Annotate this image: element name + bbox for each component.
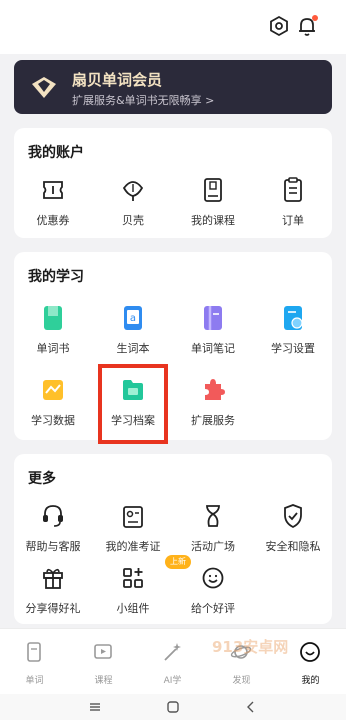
my-course-label: 我的课程 xyxy=(191,214,235,227)
order-icon xyxy=(284,177,302,202)
word-notes-label: 单词笔记 xyxy=(191,342,235,355)
study-data-label: 学习数据 xyxy=(31,414,75,427)
smile-icon xyxy=(202,567,224,589)
coupon-icon xyxy=(43,181,63,199)
bottom-tab-bar: 单词 课程 AI学 发现 我的 xyxy=(0,628,346,694)
word-book-icon xyxy=(44,306,62,330)
help-label: 帮助与客服 xyxy=(25,540,81,553)
activity-item[interactable]: 活动广场 xyxy=(176,502,250,560)
account-title: 我的账户 xyxy=(28,145,84,161)
back-nav-icon[interactable] xyxy=(244,700,258,714)
gift-icon xyxy=(43,568,63,589)
share-item[interactable]: 分享得好礼 xyxy=(16,564,90,622)
study-settings-item[interactable]: 学习设置 xyxy=(256,304,330,362)
share-label: 分享得好礼 xyxy=(25,602,81,615)
tab-course-label: 课程 xyxy=(94,676,113,686)
word-notes-item[interactable]: 单词笔记 xyxy=(176,304,250,362)
admission-ticket-label: 我的准考证 xyxy=(105,540,161,553)
tab-word[interactable]: 单词 xyxy=(0,629,69,695)
word-tab-icon xyxy=(27,642,41,662)
security-item[interactable]: 安全和隐私 xyxy=(256,502,330,560)
course-tab-icon xyxy=(94,644,112,659)
rate-label: 给个好评 xyxy=(191,602,235,615)
activity-icon xyxy=(206,505,220,527)
settings-hexagon-icon[interactable] xyxy=(268,14,290,38)
admission-ticket-item[interactable]: 我的准考证 xyxy=(96,502,170,560)
extension-label: 扩展服务 xyxy=(191,414,235,427)
tab-course[interactable]: 课程 xyxy=(69,629,138,695)
study-data-icon xyxy=(43,380,63,400)
word-book-label: 单词书 xyxy=(36,342,70,355)
word-notes-icon xyxy=(204,306,222,330)
help-item[interactable]: 帮助与客服 xyxy=(16,502,90,560)
study-settings-label: 学习设置 xyxy=(271,342,315,355)
study-settings-icon xyxy=(284,306,303,330)
vip-badge-icon xyxy=(32,77,56,98)
tab-word-label: 单词 xyxy=(25,676,44,686)
me-tab-icon xyxy=(300,642,320,662)
account-card: 我的账户 优惠券 贝壳 我的课程 订单 xyxy=(14,128,332,238)
coupon-item[interactable]: 优惠券 xyxy=(16,176,90,234)
system-nav-bar xyxy=(0,694,346,720)
notification-dot xyxy=(312,15,318,21)
tab-ai[interactable]: AI学 xyxy=(138,629,207,695)
security-label: 安全和隐私 xyxy=(265,540,321,553)
coupon-label: 优惠券 xyxy=(36,214,70,227)
widget-label: 小组件 xyxy=(116,602,150,615)
tab-ai-label: AI学 xyxy=(163,676,182,686)
tab-discover-label: 发现 xyxy=(232,676,251,686)
headset-icon xyxy=(43,505,63,527)
order-item[interactable]: 订单 xyxy=(256,176,330,234)
study-card: 我的学习 单词书 a 生词本 单词笔记 学习设置 学习数据 学习档案 扩展服务 xyxy=(14,252,332,440)
study-title: 我的学习 xyxy=(28,269,84,285)
word-book-item[interactable]: 单词书 xyxy=(16,304,90,362)
top-bar xyxy=(0,0,346,54)
rate-item[interactable]: 给个好评 xyxy=(176,564,250,622)
shell-label: 贝壳 xyxy=(122,214,144,227)
widget-icon xyxy=(123,568,143,588)
new-words-item[interactable]: a 生词本 xyxy=(96,304,170,362)
extension-item[interactable]: 扩展服务 xyxy=(176,376,250,434)
widget-item[interactable]: 小组件 xyxy=(96,564,170,622)
watermark: 913安卓网 xyxy=(212,638,289,656)
vip-banner[interactable]: 扇贝单词会员 扩展服务&单词书无限畅享 > xyxy=(14,60,332,114)
menu-nav-icon[interactable] xyxy=(88,700,102,714)
new-words-label: 生词本 xyxy=(116,342,150,355)
home-nav-icon[interactable] xyxy=(166,700,180,714)
order-label: 订单 xyxy=(282,214,304,227)
more-title: 更多 xyxy=(28,471,56,487)
course-icon xyxy=(204,178,222,202)
svg-text:a: a xyxy=(130,313,136,324)
shell-item[interactable]: 贝壳 xyxy=(96,176,170,234)
my-course-item[interactable]: 我的课程 xyxy=(176,176,250,234)
shell-icon xyxy=(122,181,144,201)
study-data-item[interactable]: 学习数据 xyxy=(16,376,90,434)
more-card: 更多 帮助与客服 我的准考证 活动广场 安全和隐私 分享得好礼 小组件 上新 给… xyxy=(14,454,332,624)
vip-subtitle[interactable]: 扩展服务&单词书无限畅享 > xyxy=(72,92,214,108)
extension-icon xyxy=(205,379,225,400)
ai-tab-icon xyxy=(164,643,181,661)
tab-me-label: 我的 xyxy=(301,676,320,686)
shield-icon xyxy=(284,504,302,529)
admission-ticket-icon xyxy=(123,506,143,528)
vip-title: 扇贝单词会员 xyxy=(72,71,163,89)
highlight-study-archive xyxy=(98,364,168,444)
new-words-icon: a xyxy=(124,306,142,330)
activity-label: 活动广场 xyxy=(191,540,235,553)
